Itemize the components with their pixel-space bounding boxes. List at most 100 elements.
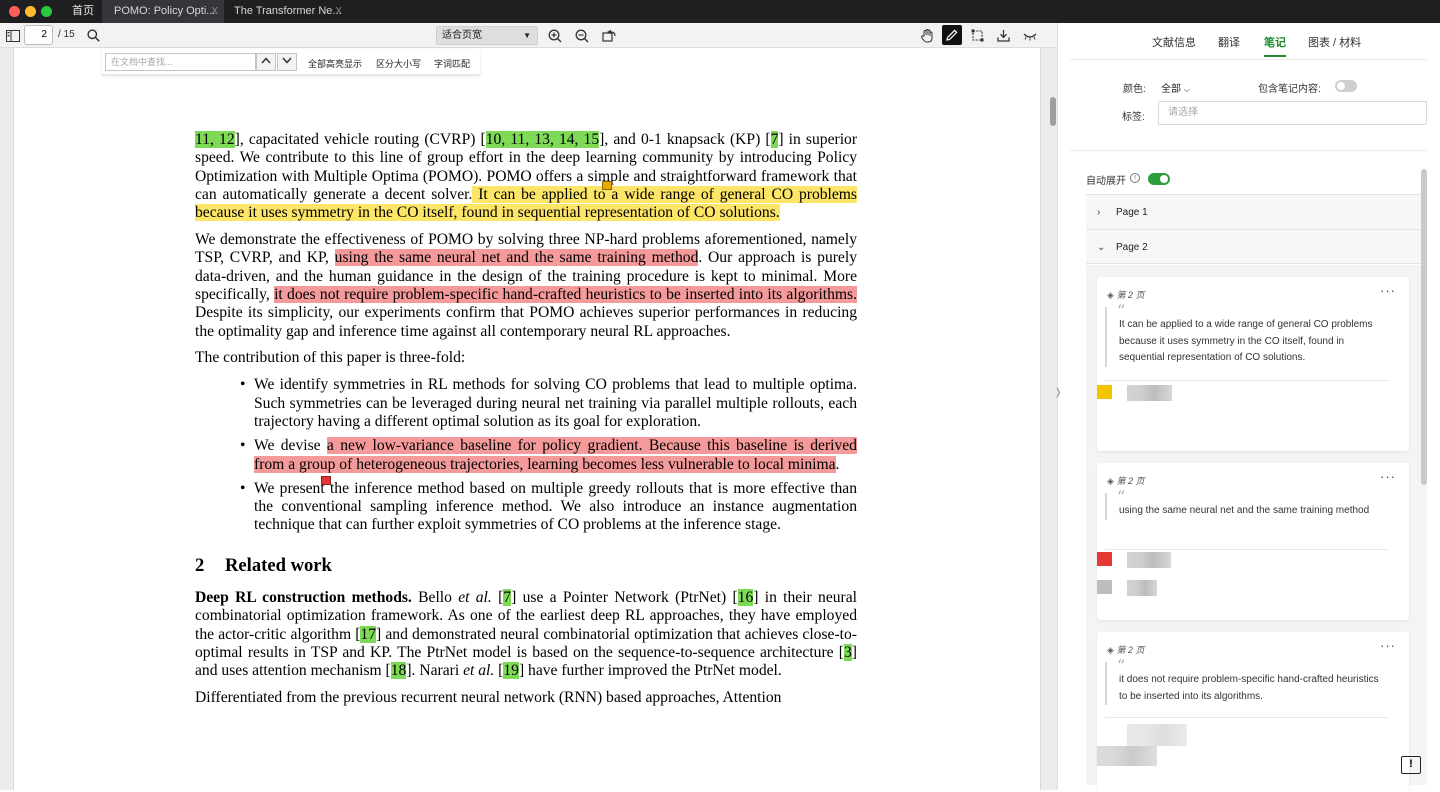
color-swatch-yellow[interactable] [1097, 385, 1112, 399]
highlight-red[interactable]: using the same neural net and the same t… [334, 249, 699, 267]
citation-ref[interactable]: 7 [503, 589, 512, 607]
pdf-page-content[interactable]: 11, 12], capacitated vehicle routing (CV… [195, 131, 857, 716]
note-card[interactable]: ◈ 第 2 页 ··· “It can be applied to a wide… [1097, 277, 1409, 451]
note-marker-red-icon[interactable] [321, 476, 331, 485]
text-run: [ [494, 662, 504, 680]
highlight-all-option[interactable]: 全部高亮显示 [308, 57, 362, 70]
zoom-select-value: 适合页宽 [442, 30, 482, 41]
accordion-page-1[interactable]: › Page 1 [1086, 194, 1427, 229]
citation-ref[interactable]: 19 [503, 662, 519, 680]
toggle-knob [1160, 175, 1168, 183]
quote-icon: “ [1117, 656, 1126, 675]
note-card[interactable]: ◈ 第 2 页 ··· “using the same neural net a… [1097, 463, 1409, 620]
tab-transformer[interactable]: The Transformer Ne... X [226, 0, 348, 23]
paragraph-lead: Deep RL construction methods. [195, 589, 412, 607]
highlight-red[interactable]: a new low-variance baseline for policy g… [254, 437, 857, 473]
whole-word-option[interactable]: 字词匹配 [434, 57, 470, 70]
note-icon: ◈ [1107, 476, 1114, 486]
text-run: ] use a Pointer Network (PtrNet) [ [511, 589, 738, 607]
zoom-select[interactable]: 适合页宽 ▼ [436, 26, 538, 45]
section-number: 2 [195, 554, 205, 576]
divider [1070, 59, 1427, 60]
contribution-list: We identify symmetries in RL methods for… [236, 376, 857, 534]
document-scrollbar-thumb[interactable] [1050, 97, 1056, 126]
citation-refs[interactable]: 10, 11, 13, 14, 15 [485, 131, 600, 148]
note-page-text: 第 2 页 [1116, 476, 1145, 486]
tab-pomo-close-icon[interactable]: X [211, 0, 218, 23]
rotate-icon[interactable] [600, 27, 617, 44]
chevron-down-icon: ▼ [523, 31, 531, 40]
zoom-window-button[interactable] [41, 6, 52, 17]
tab-transformer-close-icon[interactable]: X [335, 0, 342, 23]
citation-ref[interactable]: 18 [390, 662, 407, 680]
note-marker-yellow-icon[interactable] [602, 181, 612, 190]
find-next-button[interactable] [277, 53, 297, 71]
close-window-button[interactable] [9, 6, 20, 17]
paragraph-1: 11, 12], capacitated vehicle routing (CV… [195, 131, 857, 222]
citation-ref[interactable]: 16 [737, 589, 754, 607]
panel-collapse-chevron-icon[interactable]: ❭ [1054, 387, 1064, 405]
find-input[interactable]: 在文档中查找... [105, 53, 256, 71]
pen-icon[interactable] [942, 25, 962, 45]
more-icon[interactable]: ··· [1380, 469, 1396, 484]
tab-document-info[interactable]: 文献信息 [1152, 34, 1196, 50]
redacted-content [1097, 746, 1157, 766]
search-icon[interactable] [85, 27, 102, 44]
chevron-down-icon: ⌄ [1097, 242, 1106, 253]
list-item: We present the inference method based on… [236, 480, 857, 535]
color-filter-label: 颜色: [1123, 84, 1146, 95]
note-card[interactable]: ◈ 第 2 页 ··· “it does not require problem… [1097, 632, 1409, 792]
highlight-red[interactable]: it does not require problem-specific han… [274, 285, 857, 303]
page-number-input[interactable]: 2 [24, 25, 53, 45]
citation-ref[interactable]: 17 [360, 625, 377, 643]
auto-expand-toggle[interactable] [1148, 173, 1170, 185]
color-swatch-gray[interactable] [1097, 580, 1112, 594]
match-case-option[interactable]: 区分大小写 [376, 57, 421, 70]
find-previous-button[interactable] [256, 53, 276, 71]
tab-charts-materials[interactable]: 图表 / 材料 [1308, 34, 1361, 50]
more-icon[interactable]: ··· [1380, 283, 1396, 298]
download-icon[interactable] [995, 27, 1012, 44]
collapse-icon[interactable] [1021, 27, 1038, 44]
tab-translate[interactable]: 翻译 [1218, 34, 1240, 50]
minimize-window-button[interactable] [25, 6, 36, 17]
redacted-content [1127, 385, 1172, 401]
quote-icon: “ [1117, 487, 1126, 506]
citation-ref[interactable]: 3 [844, 643, 852, 661]
pdf-toolbar: 2 / 15 适合页宽 ▼ [0, 23, 1057, 48]
color-swatch-red[interactable] [1097, 552, 1112, 566]
notes-scrollbar-thumb[interactable] [1421, 169, 1427, 485]
zoom-in-icon[interactable] [546, 27, 563, 44]
text-run: ], capacitated vehicle routing (CVRP) [ [234, 131, 486, 148]
zoom-out-icon[interactable] [573, 27, 590, 44]
citation-refs[interactable]: 11, 12 [195, 131, 235, 148]
notes-list[interactable]: ◈ 第 2 页 ··· “It can be applied to a wide… [1086, 265, 1427, 792]
toggle-knob [1337, 82, 1345, 90]
color-filter-select[interactable]: 全部 ⌵ [1161, 80, 1190, 95]
crop-icon[interactable] [969, 27, 986, 44]
paragraph-3: The contribution of this paper is three-… [195, 349, 466, 367]
section-heading: 2 Related work [195, 554, 857, 576]
tab-pomo[interactable]: POMO: Policy Opti... X [102, 0, 224, 23]
feedback-icon[interactable]: ! [1401, 756, 1421, 774]
include-content-toggle[interactable] [1335, 80, 1357, 92]
text-run: ] have further improved the PtrNet model… [518, 662, 782, 680]
note-page-text: 第 2 页 [1116, 290, 1145, 300]
tab-notes[interactable]: 笔记 [1264, 34, 1286, 50]
tab-transformer-label: The Transformer Ne... [234, 5, 342, 17]
note-quote-text: it does not require problem-specific han… [1119, 674, 1379, 702]
notes-panel: ❭ 文献信息 翻译 笔记 图表 / 材料 颜色: 全部 ⌵ 包含笔记内容: 标签… [1054, 23, 1440, 792]
note-icon: ◈ [1107, 645, 1114, 655]
info-icon[interactable]: i [1130, 173, 1140, 183]
accordion-page-2[interactable]: ⌄ Page 2 [1086, 229, 1427, 264]
tab-home[interactable]: 首页 [72, 0, 94, 23]
hand-icon[interactable] [919, 27, 936, 44]
note-quote: “using the same neural net and the same … [1105, 488, 1387, 520]
tag-select[interactable]: 请选择 [1158, 101, 1427, 125]
chevron-down-icon [282, 57, 292, 64]
sidebar-toggle-icon[interactable] [4, 27, 21, 44]
section-title: Related work [225, 554, 332, 576]
note-quote: “It can be applied to a wide range of ge… [1105, 302, 1387, 367]
more-icon[interactable]: ··· [1380, 638, 1396, 653]
document-scrollbar-track[interactable] [1040, 48, 1057, 790]
